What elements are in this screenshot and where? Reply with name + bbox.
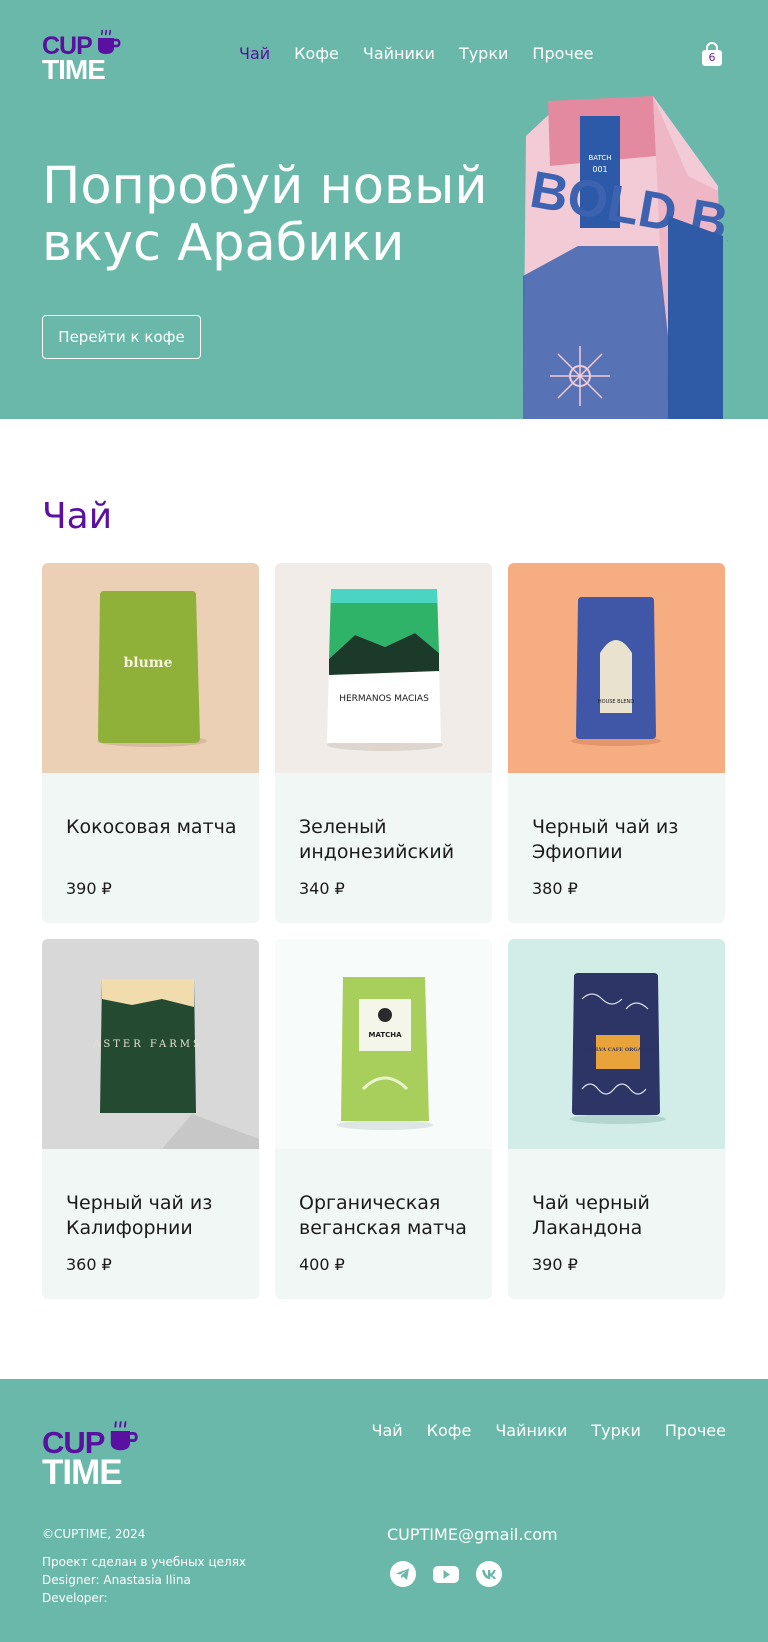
vk-icon[interactable] <box>475 1560 503 1588</box>
hero-section: CUP TIME Чай Кофе Чайники Турки Прочее 6… <box>0 0 768 419</box>
cart-count: 6 <box>708 51 716 64</box>
nav-item-other[interactable]: Прочее <box>532 44 593 63</box>
pack-label: ASTER FARMS <box>92 1039 203 1050</box>
product-card[interactable]: HOUSE BLEND Черный чай из Эфиопии 380 ₽ <box>508 563 725 923</box>
product-grid: blume Кокосовая матча 390 ₽ HERMANOS MAC… <box>42 563 725 1299</box>
credits-developer: Developer: <box>42 1591 108 1605</box>
product-image: HOUSE BLEND <box>508 563 725 773</box>
footer-nav-item-turks[interactable]: Турки <box>591 1421 640 1440</box>
footer-nav-item-coffee[interactable]: Кофе <box>427 1421 472 1440</box>
product-name: Зеленый индонезийский чай <box>299 816 455 863</box>
credits-purpose: Проект сделан в учебных целях <box>42 1555 247 1569</box>
footer-nav-item-teapots[interactable]: Чайники <box>495 1421 567 1440</box>
tea-pack-icon: HERMANOS MACIAS <box>327 589 443 751</box>
tea-pack-icon: HOUSE BLEND <box>571 597 661 746</box>
product-price: 390 ₽ <box>532 1255 578 1274</box>
product-name: Черный чай из Калифорнии <box>66 1192 213 1239</box>
pack-label: HERMANOS MACIAS <box>339 694 429 704</box>
coffee-bag-image: BATCH 001 BOLD BREW COFFEE <box>523 96 728 419</box>
footer-logo-time-text: TIME <box>42 1453 123 1492</box>
product-image: blume <box>42 563 259 773</box>
svg-text:BATCH: BATCH <box>588 154 611 162</box>
footer-nav-item-other[interactable]: Прочее <box>665 1421 726 1440</box>
pack-label: blume <box>123 655 172 671</box>
product-price: 400 ₽ <box>299 1255 345 1274</box>
product-image: MATCHA <box>275 939 492 1149</box>
product-price: 390 ₽ <box>66 879 112 898</box>
hero-title: Попробуй новый вкус Арабики <box>42 157 488 274</box>
telegram-icon[interactable] <box>389 1560 417 1588</box>
footer: CUP TIME Чай Кофе Чайники Турки Прочее ©… <box>0 1379 768 1642</box>
section-title-tea: Чай <box>42 496 113 537</box>
product-name: Черный чай из Эфиопии <box>532 816 679 863</box>
product-price: 340 ₽ <box>299 879 345 898</box>
tea-pack-icon: MATCHA <box>337 977 433 1130</box>
contact-email[interactable]: CUPTIME@gmail.com <box>387 1525 558 1544</box>
product-price: 360 ₽ <box>66 1255 112 1274</box>
footer-nav-item-tea[interactable]: Чай <box>371 1421 402 1440</box>
nav-item-teapots[interactable]: Чайники <box>363 44 435 63</box>
product-card[interactable]: HERMANOS MACIAS Зеленый индонезийский ча… <box>275 563 492 923</box>
pack-label: LA SELVA CAFE ORGANICO <box>579 1047 657 1053</box>
cart-button[interactable]: 6 <box>700 42 724 68</box>
tea-pack-icon: ASTER FARMS <box>92 979 259 1149</box>
footer-nav: Чай Кофе Чайники Турки Прочее <box>371 1421 726 1440</box>
product-card[interactable]: blume Кокосовая матча 390 ₽ <box>42 563 259 923</box>
product-card[interactable]: ASTER FARMS Черный чай из Калифорнии 360… <box>42 939 259 1299</box>
social-links <box>389 1560 503 1588</box>
main-nav: Чай Кофе Чайники Турки Прочее <box>239 44 594 63</box>
go-to-coffee-button[interactable]: Перейти к кофе <box>42 315 201 359</box>
credits: Проект сделан в учебных целях Designer: … <box>42 1553 246 1607</box>
product-name: Органическая веганская матча <box>299 1192 467 1239</box>
logo[interactable]: CUP TIME <box>42 28 122 85</box>
pack-label: HOUSE BLEND <box>598 699 634 705</box>
logo-time-text: TIME <box>42 54 106 85</box>
product-price: 380 ₽ <box>532 879 578 898</box>
copyright: ©CUPTIME, 2024 <box>42 1527 146 1541</box>
product-image: ASTER FARMS <box>42 939 259 1149</box>
cup-icon <box>110 1420 138 1451</box>
product-image: HERMANOS MACIAS <box>275 563 492 773</box>
product-name: Кокосовая матча <box>66 816 237 838</box>
nav-item-tea[interactable]: Чай <box>239 44 270 63</box>
nav-item-coffee[interactable]: Кофе <box>294 44 339 63</box>
credits-designer: Designer: Anastasia Ilina <box>42 1573 191 1587</box>
footer-logo[interactable]: CUP TIME <box>42 1419 142 1492</box>
pack-label: MATCHA <box>368 1031 402 1039</box>
tea-pack-icon: blume <box>97 591 207 747</box>
product-card[interactable]: MATCHA Органическая веганская матча 400 … <box>275 939 492 1299</box>
product-image: LA SELVA CAFE ORGANICO <box>508 939 725 1149</box>
product-card[interactable]: LA SELVA CAFE ORGANICO Чай черный Лаканд… <box>508 939 725 1299</box>
youtube-icon[interactable] <box>431 1560 461 1588</box>
tea-pack-icon: LA SELVA CAFE ORGANICO <box>570 973 666 1124</box>
product-name: Чай черный Лакандона <box>532 1192 650 1239</box>
nav-item-turks[interactable]: Турки <box>459 44 508 63</box>
